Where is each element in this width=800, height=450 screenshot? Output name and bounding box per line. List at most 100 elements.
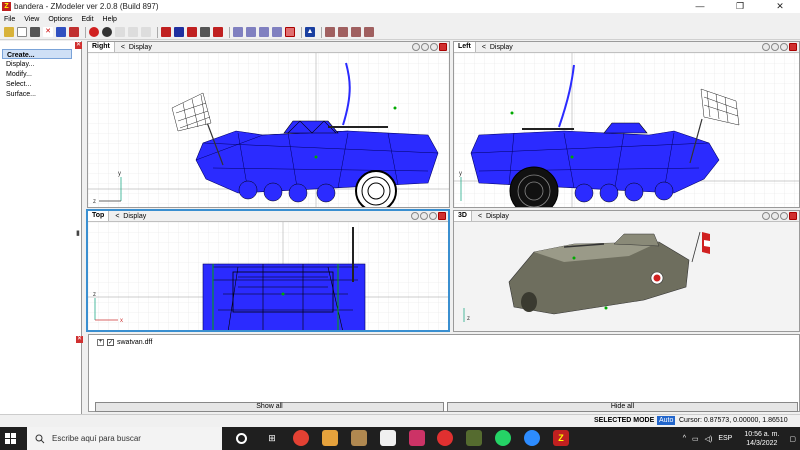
network-icon[interactable]: ▭ (692, 435, 699, 443)
import-icon[interactable] (56, 27, 66, 37)
language-indicator[interactable]: ESP (718, 435, 732, 442)
surface-menu-item[interactable]: Surface... (2, 89, 72, 99)
texture-icon[interactable] (174, 27, 184, 37)
expand-icon[interactable]: + (97, 339, 104, 346)
visibility-checkbox[interactable]: ✓ (107, 339, 114, 346)
viewport-left[interactable]: Left < Display y (453, 41, 800, 208)
object-tree-panel: + ✓ swatvan.dff (88, 334, 800, 412)
maximize-viewport-icon[interactable] (789, 43, 797, 51)
viewport-right[interactable]: Right < Display y z (87, 41, 450, 208)
hide-all-button[interactable]: Hide all (447, 402, 798, 412)
export-icon[interactable] (69, 27, 79, 37)
pan-icon[interactable] (771, 212, 779, 220)
viewport-label[interactable]: Top (88, 211, 110, 221)
panel-resize-grip[interactable]: ▮ (76, 229, 80, 237)
pan-icon[interactable] (771, 43, 779, 51)
light-icon[interactable] (187, 27, 197, 37)
notification-icon[interactable]: ▢ (789, 435, 796, 443)
display-dropdown[interactable]: < Display (482, 44, 513, 51)
app-icon[interactable] (351, 430, 367, 446)
view-quad-icon[interactable] (259, 27, 269, 37)
windows-start-icon[interactable] (0, 427, 20, 450)
photo-app-icon[interactable] (409, 430, 425, 446)
create-menu-item[interactable]: Create... (2, 49, 72, 59)
display-dropdown[interactable]: < Display (478, 213, 509, 220)
link-icon[interactable] (364, 27, 374, 37)
menu-file[interactable]: File (4, 16, 15, 23)
viewport-label[interactable]: Right (88, 42, 115, 52)
rotate-icon[interactable] (430, 43, 438, 51)
tool-icon[interactable] (200, 27, 210, 37)
maximize-button[interactable]: ❐ (720, 0, 760, 13)
maximize-viewport-icon[interactable] (438, 212, 446, 220)
camera-icon[interactable] (213, 27, 223, 37)
file-name[interactable]: swatvan.dff (117, 339, 152, 346)
close-button[interactable]: ✕ (760, 0, 800, 13)
zmodeler-taskbar-icon[interactable]: Z (553, 430, 569, 446)
zoom-icon[interactable] (762, 43, 770, 51)
rotate-icon[interactable] (780, 212, 788, 220)
rotate-icon[interactable] (780, 43, 788, 51)
menu-edit[interactable]: Edit (81, 16, 93, 23)
menu-options[interactable]: Options (48, 16, 72, 23)
show-all-button[interactable]: Show all (95, 402, 444, 412)
close-panel-icon[interactable]: ✕ (75, 42, 82, 49)
zoom-app-icon[interactable] (524, 430, 540, 446)
pan-icon[interactable] (421, 43, 429, 51)
move-icon[interactable] (338, 27, 348, 37)
hierarchy-icon[interactable] (351, 27, 361, 37)
display-dropdown[interactable]: < Display (115, 213, 146, 220)
stop-icon[interactable] (102, 27, 112, 37)
view-single-icon[interactable] (233, 27, 243, 37)
zoom-icon[interactable] (412, 43, 420, 51)
zmodeler-app-icon[interactable]: Z (2, 2, 11, 11)
viewport-label[interactable]: 3D (454, 211, 472, 221)
display-dropdown[interactable]: < Display (121, 44, 152, 51)
redo-icon[interactable] (128, 27, 138, 37)
viewport-label[interactable]: Left (454, 42, 476, 52)
select-menu-item[interactable]: Select... (2, 79, 72, 89)
status-bar: SELECTED MODE Auto Cursor: 0.87573, 0.00… (0, 414, 800, 427)
tree-item[interactable]: + ✓ swatvan.dff (97, 339, 152, 346)
close-tree-panel-icon[interactable]: ✕ (76, 336, 83, 343)
menu-view[interactable]: View (24, 16, 39, 23)
cortana-icon[interactable] (236, 433, 247, 444)
material-icon[interactable] (161, 27, 171, 37)
game-client-icon[interactable] (466, 430, 482, 446)
menu-help[interactable]: Help (103, 16, 117, 23)
viewport-3d[interactable]: 3D < Display z (453, 210, 800, 332)
clipboard-icon[interactable] (141, 27, 151, 37)
view-cube-icon[interactable] (272, 27, 282, 37)
delete-icon[interactable]: ✕ (43, 27, 53, 37)
view-split-icon[interactable] (246, 27, 256, 37)
whatsapp-icon[interactable] (495, 430, 511, 446)
viewport-top[interactable]: Top < Display z x (86, 209, 450, 332)
save-icon[interactable] (30, 27, 40, 37)
taskbar-search-box[interactable]: Escribe aquí para buscar (27, 427, 222, 450)
maximize-viewport-icon[interactable] (789, 212, 797, 220)
record-icon[interactable] (89, 27, 99, 37)
volume-icon[interactable]: ◁) (705, 435, 713, 443)
new-file-icon[interactable] (17, 27, 27, 37)
auto-toggle[interactable]: Auto (657, 416, 676, 425)
zoom-icon[interactable] (411, 212, 419, 220)
media-app-icon[interactable] (380, 430, 396, 446)
undo-icon[interactable] (115, 27, 125, 37)
file-explorer-icon[interactable] (322, 430, 338, 446)
shading-icon[interactable]: ▲ (305, 27, 315, 37)
minimize-button[interactable]: — (680, 0, 720, 13)
display-menu-item[interactable]: Display... (2, 59, 72, 69)
game-app-icon[interactable] (437, 430, 453, 446)
task-view-icon[interactable]: ⊞ (264, 430, 280, 446)
view-active-icon[interactable] (285, 27, 295, 37)
select-icon[interactable] (325, 27, 335, 37)
chevron-up-icon[interactable]: ^ (683, 435, 686, 442)
pan-icon[interactable] (420, 212, 428, 220)
rotate-icon[interactable] (429, 212, 437, 220)
maximize-viewport-icon[interactable] (439, 43, 447, 51)
modify-menu-item[interactable]: Modify... (2, 69, 72, 79)
open-folder-icon[interactable] (4, 27, 14, 37)
clock[interactable]: 10:56 a. m. 14/3/2022 (744, 430, 779, 448)
chrome-icon[interactable] (293, 430, 309, 446)
zoom-icon[interactable] (762, 212, 770, 220)
